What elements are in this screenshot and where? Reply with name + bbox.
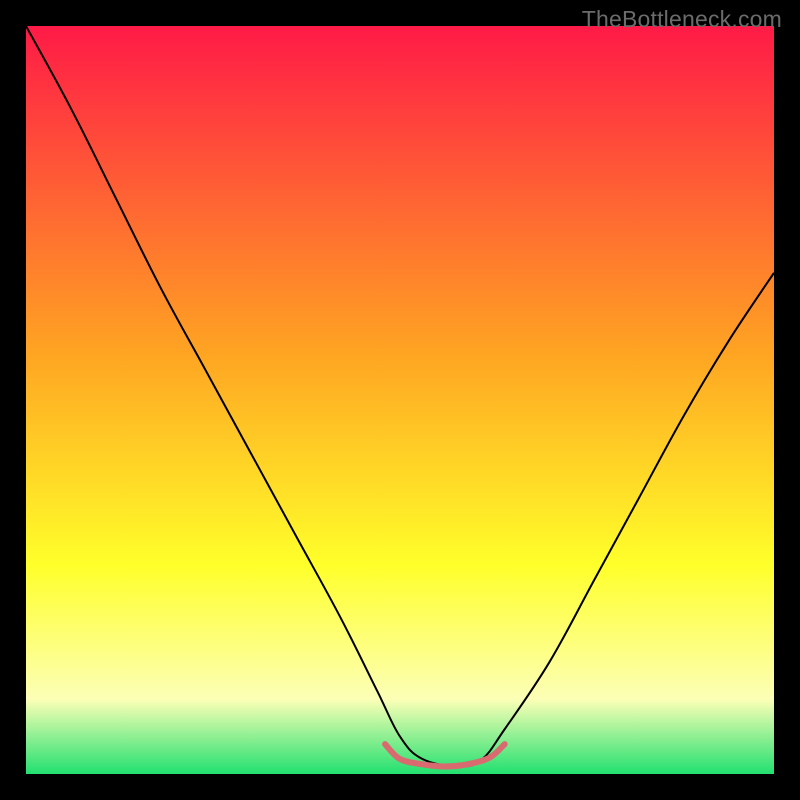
bottleneck-chart — [26, 26, 774, 774]
gradient-background — [26, 26, 774, 774]
chart-frame: TheBottleneck.com — [0, 0, 800, 800]
watermark-text: TheBottleneck.com — [582, 6, 782, 33]
